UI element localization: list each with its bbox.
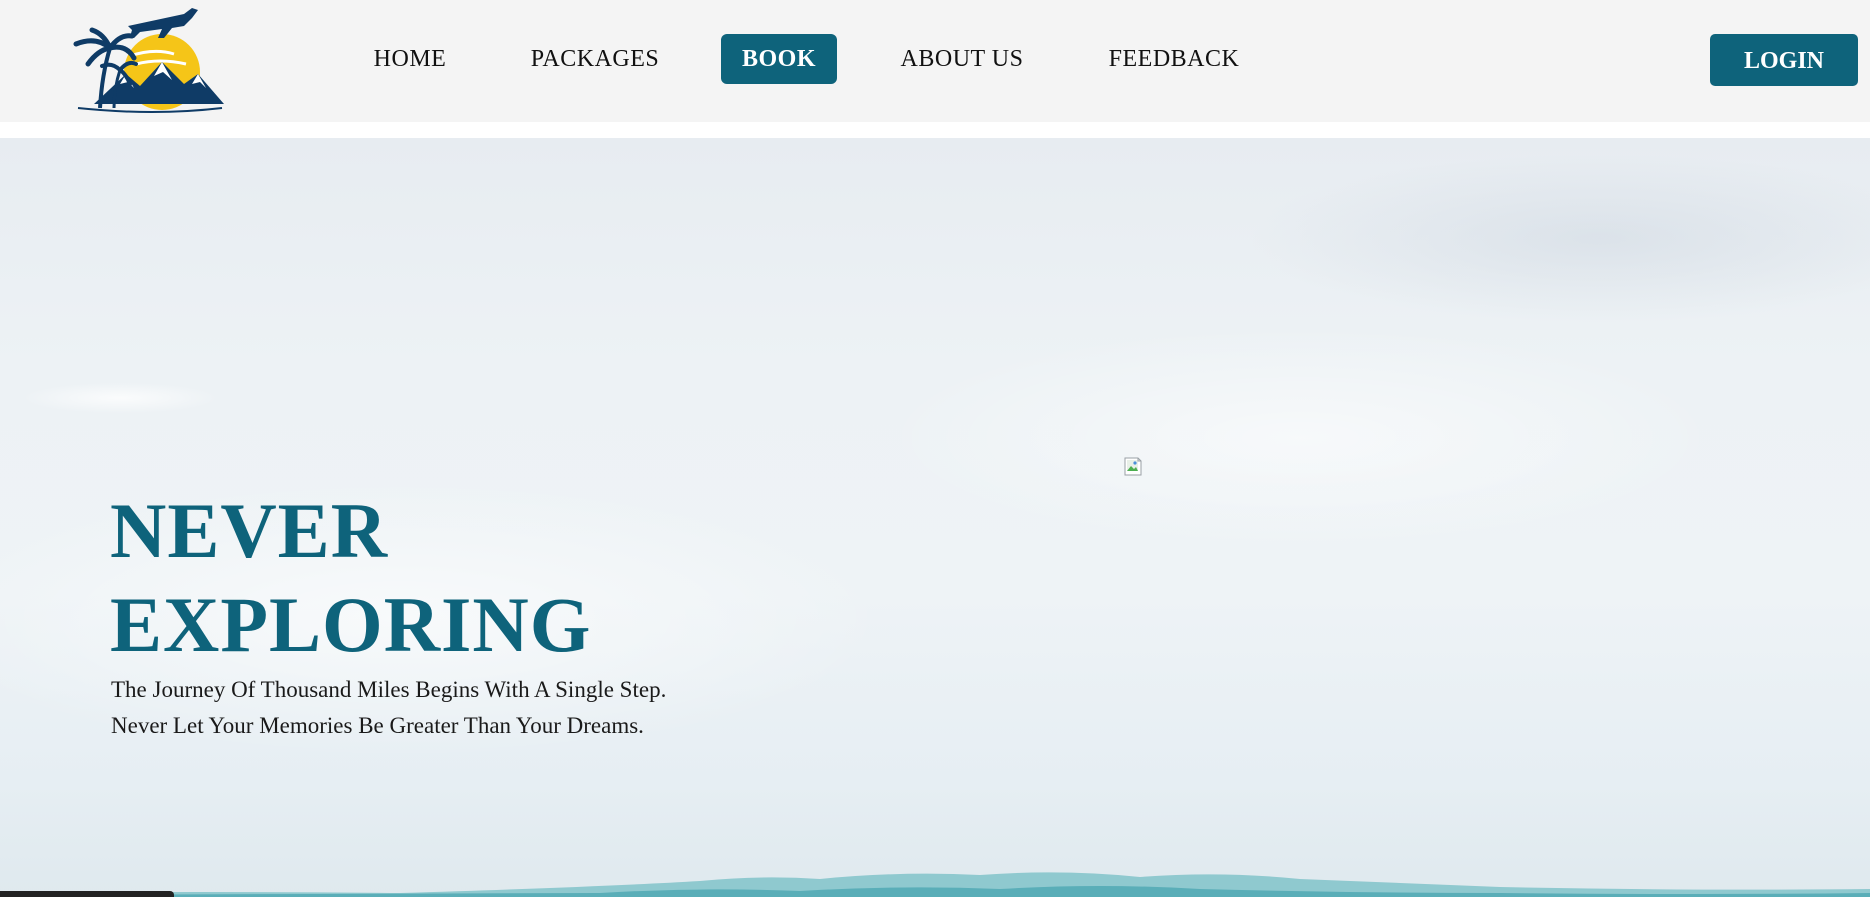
nav-packages[interactable]: PACKAGES bbox=[530, 34, 660, 84]
nav-feedback[interactable]: FEEDBACK bbox=[1100, 34, 1248, 84]
travel-logo-icon[interactable] bbox=[64, 4, 228, 114]
hero-title-line2: EXPLORING bbox=[110, 581, 592, 668]
hero-subtitle-line1: The Journey Of Thousand Miles Begins Wit… bbox=[111, 677, 667, 702]
hero-subtitle-line2: Never Let Your Memories Be Greater Than … bbox=[111, 713, 644, 738]
hero-title-line1: NEVER bbox=[110, 487, 389, 574]
hero-subtitle: The Journey Of Thousand Miles Begins Wit… bbox=[111, 672, 666, 744]
nav-about-us[interactable]: ABOUT US bbox=[896, 34, 1028, 84]
horizontal-scrollbar[interactable] bbox=[0, 891, 174, 897]
broken-image-icon bbox=[1124, 457, 1142, 476]
navbar: HOME PACKAGES BOOK ABOUT US FEEDBACK LOG… bbox=[0, 0, 1870, 122]
nav-book[interactable]: BOOK bbox=[721, 34, 837, 84]
login-button[interactable]: LOGIN bbox=[1710, 34, 1858, 86]
hero-section: NEVER EXPLORING The Journey Of Thousand … bbox=[0, 138, 1870, 897]
ocean-waves bbox=[0, 872, 1870, 897]
nav-home[interactable]: HOME bbox=[360, 34, 460, 84]
hero-title: NEVER EXPLORING bbox=[110, 484, 591, 672]
